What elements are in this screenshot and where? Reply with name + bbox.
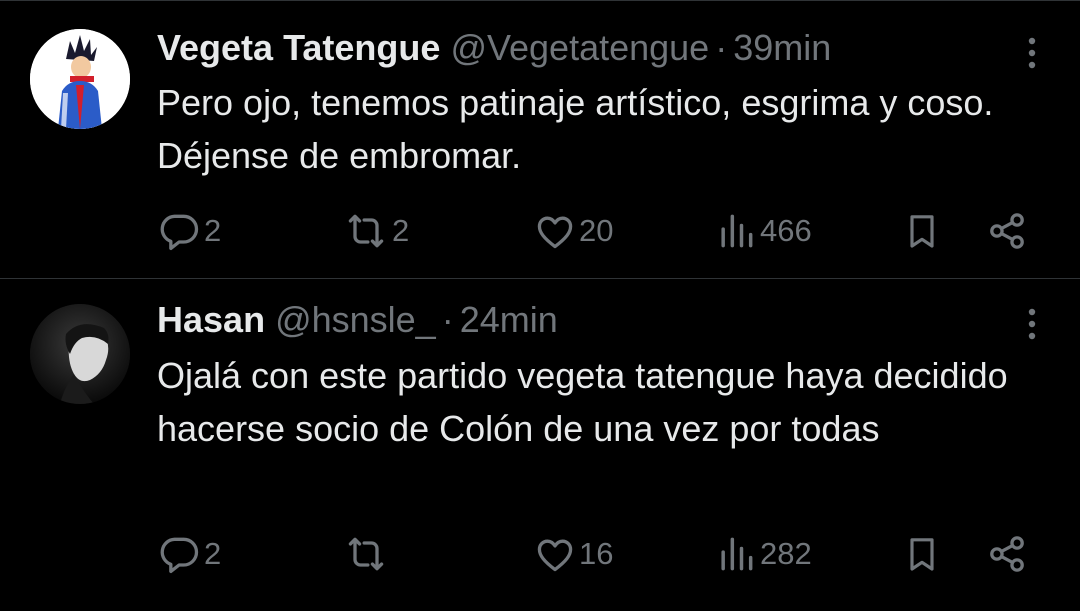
heart-icon [537, 216, 573, 249]
author-name[interactable]: Vegeta Tatengue [157, 27, 440, 68]
like-count: 16 [579, 536, 614, 571]
more-icon [1028, 37, 1036, 69]
bookmark-icon [910, 215, 934, 248]
like-button[interactable]: 20 [533, 206, 613, 256]
views-icon [721, 537, 753, 571]
avatar[interactable] [30, 29, 130, 129]
reply-count: 2 [204, 536, 222, 571]
tweet-text: Ojalá con este partido vegeta tatengue h… [157, 355, 1008, 449]
more-icon [1028, 308, 1036, 340]
timestamp[interactable]: 24min [460, 299, 558, 340]
reply-button[interactable]: 2 [158, 206, 221, 256]
views-button[interactable]: 466 [714, 206, 812, 256]
tweet-header: Hasan @hsnsle_ · 24min [157, 299, 558, 341]
retweet-icon [348, 214, 384, 248]
retweet-count: 2 [392, 213, 410, 248]
share-button[interactable] [985, 206, 1029, 256]
action-bar: 2 16 282 [0, 529, 1080, 579]
like-button[interactable]: 16 [533, 529, 613, 579]
separator-dot: · [441, 299, 454, 340]
avatar[interactable] [30, 304, 130, 404]
reply-icon [160, 214, 199, 251]
share-icon [990, 536, 1024, 572]
author-name[interactable]: Hasan [157, 299, 265, 340]
more-options-button[interactable] [1020, 304, 1044, 344]
views-icon [721, 214, 753, 248]
heart-icon [537, 539, 573, 572]
tweet-text: Pero ojo, tenemos patinaje artístico, es… [157, 82, 994, 176]
more-options-button[interactable] [1020, 33, 1044, 73]
separator-dot: · [715, 27, 728, 68]
retweet-button[interactable]: 2 [342, 206, 409, 256]
views-count: 282 [760, 536, 812, 571]
author-handle[interactable]: @Vegetatengue [450, 27, 709, 68]
reply-button[interactable]: 2 [158, 529, 221, 579]
reply-count: 2 [204, 213, 222, 248]
bookmark-icon [910, 538, 934, 571]
views-button[interactable]: 282 [714, 529, 812, 579]
retweet-icon [348, 537, 384, 571]
author-handle[interactable]: @hsnsle_ [275, 299, 436, 340]
tweet-header: Vegeta Tatengue @Vegetatengue · 39min [157, 27, 831, 69]
share-icon [990, 213, 1024, 249]
views-count: 466 [760, 213, 812, 248]
bookmark-button[interactable] [902, 529, 942, 579]
tweet[interactable]: Hasan @hsnsle_ · 24min Ojalá con este part… [0, 279, 1080, 611]
timestamp[interactable]: 39min [733, 27, 831, 68]
share-button[interactable] [985, 529, 1029, 579]
action-bar: 2 2 20 466 [0, 206, 1080, 256]
bookmark-button[interactable] [902, 206, 942, 256]
tweet[interactable]: Vegeta Tatengue @Vegetatengue · 39min Pero… [0, 0, 1080, 278]
like-count: 20 [579, 213, 614, 248]
reply-icon [160, 537, 199, 574]
retweet-button[interactable] [342, 529, 392, 579]
